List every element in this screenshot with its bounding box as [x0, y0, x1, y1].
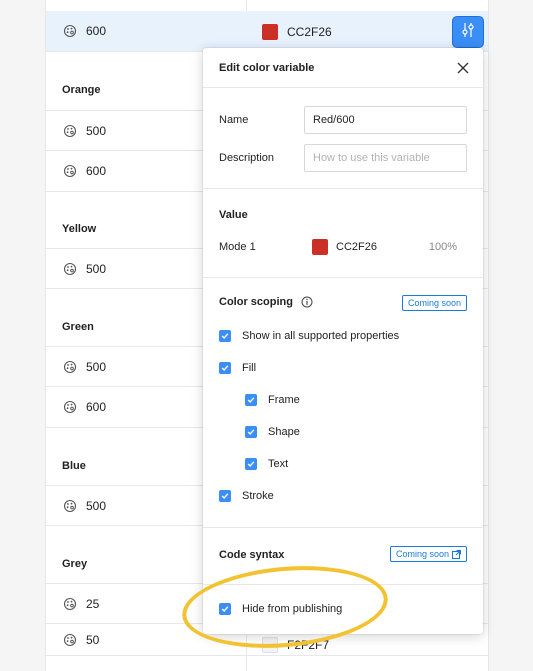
mode-value: CC2F26 — [336, 241, 377, 253]
description-label: Description — [219, 152, 275, 164]
description-row: Description — [203, 139, 483, 177]
name-label: Name — [219, 114, 249, 126]
palette-icon — [63, 400, 77, 414]
mode-label: Mode 1 — [219, 241, 256, 253]
checkbox-checked[interactable] — [245, 458, 257, 470]
scoping-title: Color scoping — [219, 296, 293, 308]
scope-shape[interactable]: Shape — [219, 416, 469, 448]
checkbox-checked[interactable] — [245, 426, 257, 438]
value-title: Value — [219, 209, 248, 221]
scope-label: Fill — [242, 362, 257, 374]
group-title-green: Green — [62, 321, 94, 333]
scope-label: Show in all supported properties — [242, 330, 400, 342]
scope-label: Shape — [268, 426, 300, 438]
hide-label: Hide from publishing — [242, 603, 343, 615]
group-title-yellow: Yellow — [62, 223, 97, 235]
code-syntax-section: Code syntax Coming soon — [203, 528, 483, 585]
checkbox-checked[interactable] — [245, 394, 257, 406]
variable-name: 500 — [86, 359, 107, 374]
palette-icon — [63, 124, 77, 138]
variable-name: 25 — [86, 596, 100, 611]
value-section: Value Mode 1 CC2F26 100% — [203, 189, 483, 278]
hide-from-publishing-option[interactable]: Hide from publishing — [219, 593, 342, 625]
palette-icon — [63, 597, 77, 611]
variable-name: 600 — [86, 164, 107, 178]
checkbox-checked[interactable] — [219, 362, 231, 374]
name-section: Name Description — [203, 88, 483, 189]
scope-fill[interactable]: Fill — [219, 352, 469, 384]
variable-name: 500 — [86, 498, 107, 513]
palette-icon — [63, 633, 77, 647]
palette-icon — [63, 24, 77, 38]
name-input[interactable] — [304, 106, 467, 134]
scope-stroke[interactable]: Stroke — [219, 480, 469, 512]
variable-name: 600 — [86, 24, 107, 38]
palette-icon — [63, 499, 77, 513]
publishing-section: Hide from publishing — [203, 585, 483, 633]
variable-name: 500 — [86, 261, 107, 276]
variable-value: F2F2F7 — [262, 637, 329, 653]
checkbox-checked[interactable] — [219, 490, 231, 502]
scope-label: Text — [268, 458, 289, 470]
palette-icon — [63, 360, 77, 374]
checkbox-checked[interactable] — [219, 330, 231, 342]
edit-color-variable-dialog: Edit color variable Name Description Val… — [203, 48, 483, 634]
mode-row[interactable]: Mode 1 CC2F26 100% — [219, 239, 467, 255]
adjust-icon — [461, 22, 475, 43]
color-swatch — [262, 637, 278, 653]
badge-label: Coming soon — [395, 549, 449, 559]
dialog-header: Edit color variable — [203, 48, 483, 88]
value-text: CC2F26 — [287, 25, 332, 39]
dialog-title: Edit color variable — [219, 61, 315, 74]
variable-name: 600 — [86, 400, 107, 414]
mode-opacity: 100% — [428, 241, 457, 253]
scope-text[interactable]: Text — [219, 448, 469, 480]
variable-name: 50 — [86, 632, 100, 647]
group-title-blue: Blue — [62, 460, 86, 472]
scope-frame[interactable]: Frame — [219, 384, 469, 416]
palette-icon — [63, 164, 77, 178]
coming-soon-badge: Coming soon — [389, 546, 467, 562]
group-title-orange: Orange — [62, 84, 101, 96]
group-title-grey: Grey — [62, 558, 88, 570]
color-swatch — [262, 24, 278, 40]
scoping-header: Color scoping — [219, 296, 313, 308]
coming-soon-badge: Coming soon — [401, 295, 467, 311]
scope-label: Frame — [268, 394, 300, 406]
value-text: F2F2F7 — [287, 638, 330, 652]
scope-list: Show in all supported properties Fill Fr… — [219, 320, 469, 512]
name-row: Name — [203, 101, 483, 139]
close-icon[interactable] — [456, 61, 470, 75]
external-link-icon — [452, 549, 461, 559]
palette-icon — [63, 262, 77, 276]
info-icon[interactable] — [301, 296, 313, 308]
color-scoping-section: Color scoping Coming soon Show in all su… — [203, 278, 483, 528]
code-syntax-title: Code syntax — [219, 549, 285, 561]
scope-all-properties[interactable]: Show in all supported properties — [219, 320, 469, 352]
color-swatch[interactable] — [312, 239, 328, 255]
checkbox-checked[interactable] — [219, 603, 231, 615]
edit-variable-button[interactable] — [452, 16, 484, 48]
scope-label: Stroke — [242, 490, 274, 502]
description-input[interactable] — [304, 144, 467, 172]
variable-value: CC2F26 — [262, 24, 332, 40]
variable-name: 500 — [86, 123, 107, 138]
